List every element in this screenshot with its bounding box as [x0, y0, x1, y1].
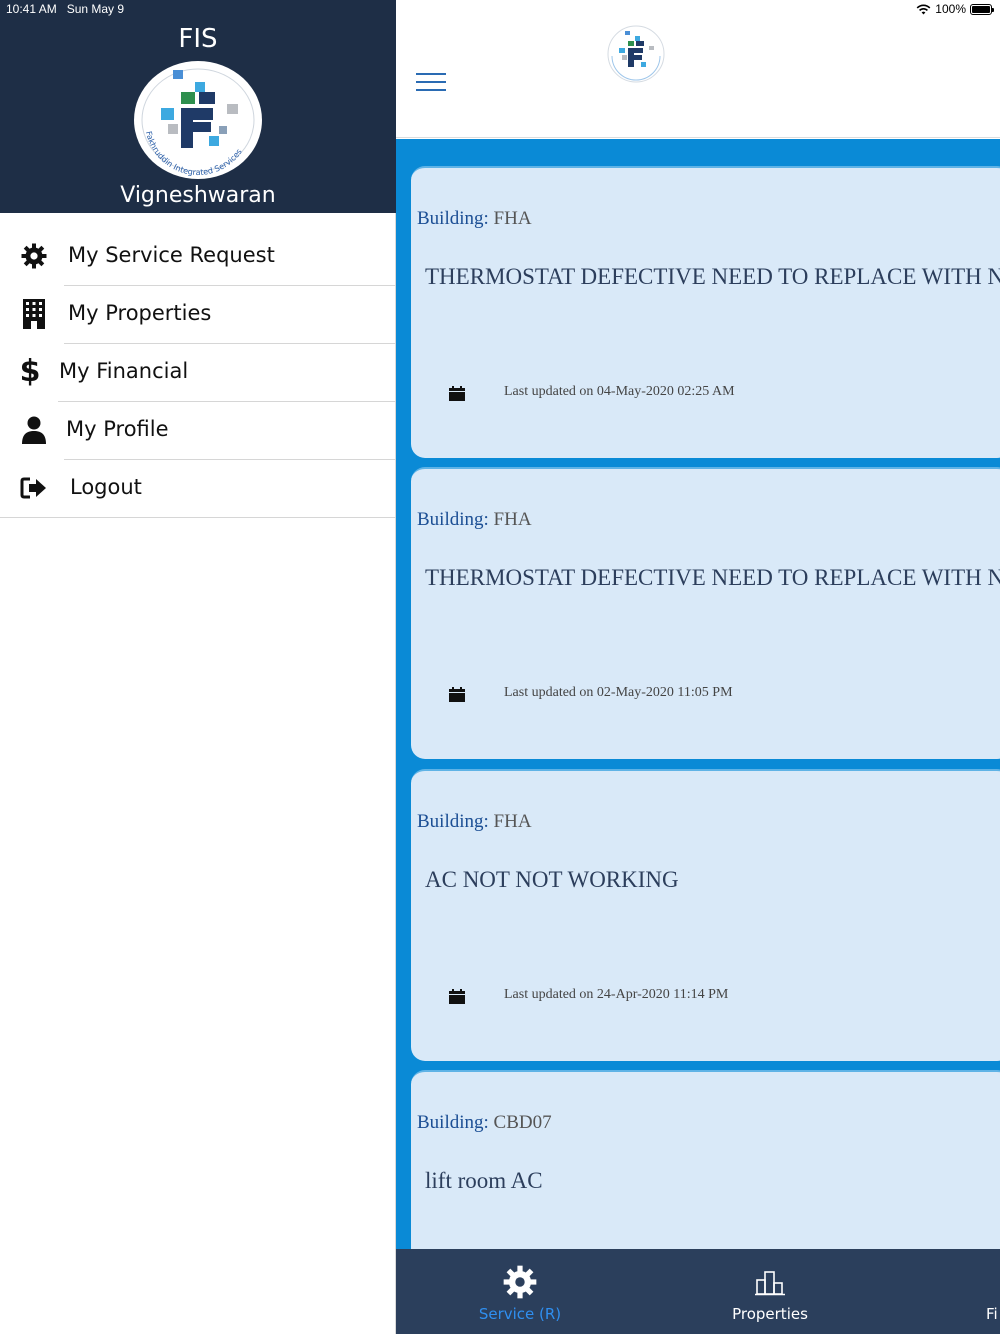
menu-item-label: My Financial — [59, 359, 189, 383]
divider — [0, 517, 396, 518]
service-request-list: Building: FHA THERMOSTAT DEFECTIVE NEED … — [396, 139, 1000, 1334]
navigation-drawer: FIS Fakhruddin Integrated Services Vigne… — [0, 0, 396, 1334]
menu-item-label: Logout — [70, 475, 142, 499]
header-logo — [607, 25, 665, 83]
menu-item-logout[interactable]: Logout — [0, 460, 396, 518]
hamburger-menu-icon[interactable] — [416, 73, 446, 93]
menu-item-my-profile[interactable]: My Profile — [0, 402, 396, 460]
request-description: THERMOSTAT DEFECTIVE NEED TO REPLACE WIT… — [425, 565, 1000, 590]
building-value: FHA — [493, 509, 532, 530]
company-logo: Fakhruddin Integrated Services — [134, 61, 262, 179]
status-date: Sun May 9 — [66, 2, 125, 16]
logout-icon — [20, 474, 48, 502]
bar-chart-icon — [755, 1271, 785, 1296]
user-name: Vigneshwaran — [120, 183, 276, 208]
dollar-icon: $ — [19, 354, 41, 389]
last-updated: Last updated on 02-May-2020 11:05 PM — [504, 685, 733, 700]
status-bar-right: 100% — [916, 2, 994, 16]
status-time: 10:41 AM — [6, 2, 57, 16]
wifi-icon — [916, 4, 931, 14]
building-line: Building: FHA — [417, 811, 532, 833]
request-description: AC NOT NOT WORKING — [425, 867, 679, 892]
building-label: Building: — [417, 509, 489, 530]
calendar-icon — [449, 386, 465, 401]
request-description: lift room AC — [425, 1168, 543, 1193]
building-value: FHA — [493, 811, 532, 832]
building-line: Building: FHA — [417, 509, 532, 531]
drawer-header: FIS Fakhruddin Integrated Services Vigne… — [0, 0, 396, 213]
top-bar — [396, 0, 1000, 138]
request-description: THERMOSTAT DEFECTIVE NEED TO REPLACE WIT… — [425, 264, 1000, 289]
tab-properties[interactable]: Properties — [710, 1249, 830, 1334]
building-label: Building: — [417, 1112, 489, 1133]
menu-item-label: My Profile — [66, 417, 169, 441]
building-value: FHA — [493, 208, 532, 229]
calendar-icon — [449, 687, 465, 702]
app-title: FIS — [178, 24, 218, 54]
last-updated: Last updated on 24-Apr-2020 11:14 PM — [504, 987, 729, 1002]
calendar-icon — [449, 989, 465, 1004]
building-label: Building: — [417, 208, 489, 229]
building-line: Building: CBD07 — [417, 1112, 552, 1134]
main-content: Building: FHA THERMOSTAT DEFECTIVE NEED … — [396, 0, 1000, 1334]
gear-icon — [503, 1265, 537, 1299]
battery-percent: 100% — [935, 2, 966, 16]
service-request-card[interactable]: Building: FHA THERMOSTAT DEFECTIVE NEED … — [411, 467, 1000, 759]
menu-item-label: My Properties — [68, 301, 212, 325]
status-bar-left: 10:41 AM Sun May 9 — [6, 2, 124, 16]
battery-icon — [970, 3, 994, 15]
menu-item-my-properties[interactable]: My Properties — [0, 286, 396, 344]
menu-item-label: My Service Request — [68, 243, 275, 267]
tab-financial[interactable]: Fi — [980, 1249, 1000, 1334]
building-icon — [20, 299, 48, 329]
tab-label: Fi — [986, 1305, 998, 1323]
gear-icon — [20, 242, 48, 270]
tab-label: Properties — [732, 1305, 808, 1323]
tab-label: Service (R) — [478, 1305, 562, 1323]
menu-item-my-service-request[interactable]: My Service Request — [0, 228, 396, 286]
building-label: Building: — [417, 811, 489, 832]
tab-service[interactable]: Service (R) — [460, 1249, 580, 1334]
building-line: Building: FHA — [417, 208, 532, 230]
bottom-tab-bar: Service (R) Properties Fi — [396, 1249, 1000, 1334]
user-icon — [20, 416, 48, 444]
service-request-card[interactable]: Building: FHA THERMOSTAT DEFECTIVE NEED … — [411, 166, 1000, 458]
building-value: CBD07 — [493, 1112, 552, 1133]
last-updated: Last updated on 04-May-2020 02:25 AM — [504, 384, 735, 399]
menu-item-my-financial[interactable]: $ My Financial — [0, 344, 396, 402]
service-request-card[interactable]: Building: FHA AC NOT NOT WORKING Last up… — [411, 769, 1000, 1061]
